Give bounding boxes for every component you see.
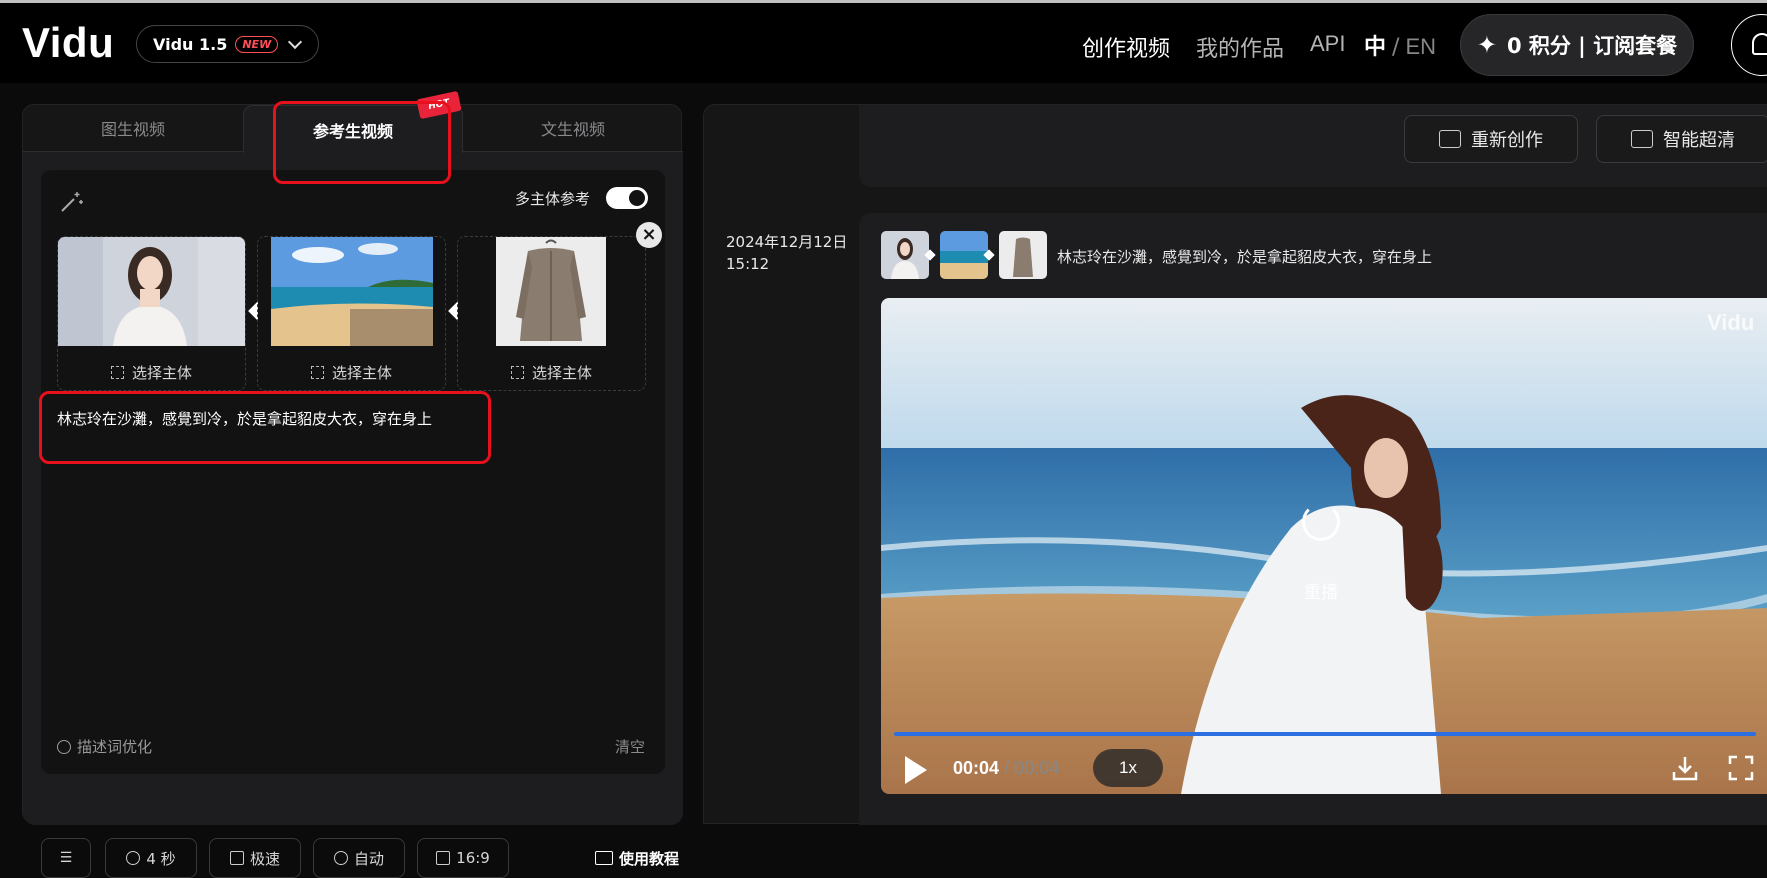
current-time: 00:04 (953, 758, 1000, 778)
replay-icon[interactable] (1302, 503, 1340, 541)
result-ref-thumb-1 (881, 231, 929, 279)
book-icon (595, 851, 613, 865)
nav-my-works[interactable]: 我的作品 (1196, 31, 1284, 63)
multi-subject-label: 多主体参考 (515, 190, 591, 208)
top-header: Vidu Vidu 1.5 NEW 创作视频 我的作品 API 中 / EN ✦ 0… (0, 3, 1767, 83)
reference-card-1[interactable]: 选择主体 (57, 236, 246, 391)
video-player[interactable]: Vidu 重播 00:04 / 00:04 1x (881, 298, 1767, 794)
select-subject-icon (110, 366, 124, 379)
speed-selector[interactable]: 极速 (209, 838, 301, 878)
settings-button[interactable]: ☰ (41, 838, 91, 878)
play-icon[interactable] (905, 756, 927, 784)
video-timecode: 00:04 / 00:04 (953, 758, 1059, 779)
results-toolbar: 重新创作 智能超清 (859, 105, 1767, 187)
tab-image-to-video[interactable]: 图生视频 (23, 105, 243, 151)
credits-subscribe-button[interactable]: ✦ 0 积分 | 订阅套餐 (1460, 14, 1694, 76)
optimize-label: 描述词优化 (77, 738, 153, 756)
select-subject-label: 选择主体 (331, 364, 392, 382)
sparkle-icon: ✦ (1476, 31, 1497, 59)
download-icon[interactable] (1671, 754, 1699, 782)
reference-image-1 (58, 237, 245, 346)
lang-en[interactable]: EN (1405, 34, 1436, 59)
ratio-selector[interactable]: 16:9 (417, 838, 509, 878)
tab-text-to-video[interactable]: 文生视频 (463, 105, 683, 151)
chevron-down-icon (287, 34, 303, 50)
video-progress-bar[interactable] (894, 732, 1756, 736)
playback-speed-button[interactable]: 1x (1093, 749, 1163, 787)
result-ref-thumb-3 (999, 231, 1047, 279)
hd-icon (1631, 130, 1653, 148)
remove-reference-button[interactable]: × (636, 222, 662, 248)
notification-button[interactable] (1731, 14, 1767, 76)
ratio-label: 16:9 (456, 849, 490, 867)
video-recreate-icon (1439, 130, 1461, 148)
results-panel: 重新创作 智能超清 2024年12月12日 15:12 林志玲在沙灘，感覺到冷，… (703, 104, 1767, 825)
reference-card-2[interactable]: 选择主体 (257, 236, 446, 391)
recreate-label: 重新创作 (1471, 130, 1543, 151)
recreate-button[interactable]: 重新创作 (1404, 115, 1578, 163)
generation-panel: 图生视频 文生视频 多主体参考 选择主体 选择主体 选择主体 × 林志玲在沙灘，… (22, 90, 683, 878)
credits-label: 0 积分 | 订阅套餐 (1506, 34, 1678, 58)
cube-icon (229, 851, 244, 865)
video-frame (881, 298, 1767, 794)
select-subject-label: 选择主体 (131, 364, 192, 382)
reference-card-3[interactable]: 选择主体 (457, 236, 646, 391)
reference-editor-container: 多主体参考 选择主体 选择主体 选择主体 × 林志玲在沙灘，感覺到冷，於是拿起貂… (23, 151, 683, 878)
speed-label: 极速 (249, 849, 280, 868)
select-subject-button-2[interactable]: 选择主体 (258, 362, 445, 383)
select-subject-icon (510, 366, 524, 379)
upscale-button[interactable]: 智能超清 (1596, 115, 1767, 163)
fullscreen-icon[interactable] (1727, 754, 1755, 782)
motion-icon (333, 851, 348, 865)
prohibit-icon (57, 740, 71, 754)
duration-label: 4 秒 (146, 849, 176, 868)
sliders-icon: ☰ (59, 850, 73, 866)
upscale-label: 智能超清 (1663, 130, 1735, 151)
motion-label: 自动 (353, 849, 384, 868)
ratio-icon (436, 851, 451, 865)
multi-subject-toggle[interactable] (606, 187, 648, 209)
select-subject-button-1[interactable]: 选择主体 (58, 362, 245, 383)
time-separator: / (1004, 758, 1010, 778)
reference-image-2 (258, 237, 445, 346)
lang-separator: / (1392, 35, 1400, 60)
select-subject-icon (310, 366, 324, 379)
result-prompt: 林志玲在沙灘，感覺到冷，於是拿起貂皮大衣，穿在身上 (1057, 248, 1433, 266)
select-subject-label: 选择主体 (531, 364, 592, 382)
result-card: 林志玲在沙灘，感覺到冷，於是拿起貂皮大衣，穿在身上 Vidu 重播 00:04 … (859, 213, 1767, 825)
version-selector[interactable]: Vidu 1.5 NEW (136, 25, 319, 63)
highlight-prompt (39, 391, 491, 464)
highlight-reference-tab (273, 101, 451, 184)
clock-icon (126, 851, 141, 865)
select-subject-button-3[interactable]: 选择主体 (458, 362, 645, 383)
replay-label[interactable]: 重播 (1304, 578, 1338, 603)
bell-icon (1752, 33, 1767, 55)
result-date: 2024年12月12日 (726, 233, 848, 251)
result-timestamp: 2024年12月12日 15:12 (726, 231, 847, 275)
motion-selector[interactable]: 自动 (313, 838, 405, 878)
video-watermark: Vidu (1707, 310, 1755, 335)
toggle-knob (629, 190, 645, 206)
clear-prompt-button[interactable]: 清空 (615, 736, 645, 757)
language-switcher: 中 / EN (1364, 29, 1436, 61)
nav-create-video[interactable]: 创作视频 (1082, 31, 1170, 63)
reference-editor: 多主体参考 选择主体 选择主体 选择主体 × 林志玲在沙灘，感覺到冷，於是拿起貂… (41, 170, 665, 774)
new-badge: NEW (235, 35, 279, 53)
nav-api[interactable]: API (1310, 31, 1345, 57)
tutorial-label: 使用教程 (619, 850, 680, 868)
result-time: 15:12 (726, 255, 770, 273)
duration-selector[interactable]: 4 秒 (105, 838, 197, 878)
lang-zh[interactable]: 中 (1364, 35, 1386, 60)
total-time: 00:04 (1014, 758, 1060, 778)
result-ref-thumb-2 (940, 231, 988, 279)
magic-wand-icon[interactable] (59, 188, 85, 214)
vidu-logo[interactable]: Vidu (22, 19, 114, 67)
reference-image-3 (458, 237, 645, 346)
version-label: Vidu 1.5 (153, 34, 228, 54)
prompt-optimize-toggle[interactable]: 描述词优化 (57, 736, 152, 757)
tutorial-link[interactable]: 使用教程 (595, 848, 679, 869)
